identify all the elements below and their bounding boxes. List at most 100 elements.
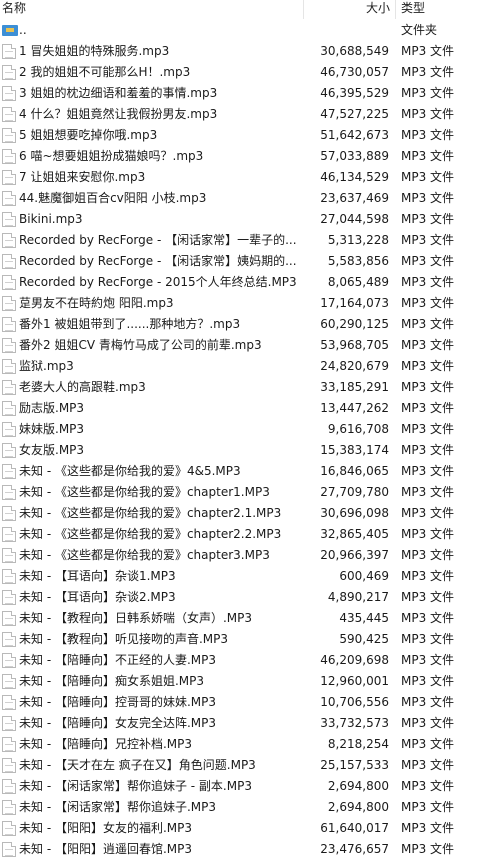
file-row[interactable]: Recorded by RecForge - 【闲话家常】姨妈期的... 5,58… <box>0 251 485 272</box>
file-size: 23,476,657 <box>320 842 389 856</box>
audio-file-icon <box>2 128 16 143</box>
file-type: MP3 文件 <box>401 548 455 562</box>
file-type: MP3 文件 <box>401 674 455 688</box>
file-row[interactable]: 6 喵~想要姐姐扮成猫娘吗？.mp3 57,033,889 MP3 文件 <box>0 146 485 167</box>
file-size: 47,527,225 <box>320 107 389 121</box>
audio-file-icon <box>2 821 16 836</box>
file-name: 未知 - 【闲话家常】帮你追妹子 - 副本.MP3 <box>19 779 252 793</box>
file-name: 4 什么？姐姐竟然让我假扮男友.mp3 <box>19 107 218 121</box>
file-name: 莡男友不在時約炮 阳阳.mp3 <box>19 296 174 310</box>
file-type: MP3 文件 <box>401 527 455 541</box>
audio-file-icon <box>2 191 16 206</box>
file-size: 10,706,556 <box>320 695 389 709</box>
file-row[interactable]: 2 我的姐姐不可能那么H！.mp3 46,730,057 MP3 文件 <box>0 62 485 83</box>
file-list: .. 文件夹 1 冒失姐姐的特殊服务.mp3 30,688,549 MP3 文件 2 我的… <box>0 20 485 859</box>
audio-file-icon <box>2 464 16 479</box>
file-row[interactable]: 未知 - 《这些都是你给我的爱》chapter2.1.MP3 30,696,098… <box>0 503 485 524</box>
file-row[interactable]: 未知 - 【闲话家常】帮你追妹子 - 副本.MP3 2,694,800 MP3 文件 <box>0 776 485 797</box>
file-size: 23,637,469 <box>320 191 389 205</box>
file-name: Recorded by RecForge - 2015个人年终总结.MP3 <box>19 275 297 289</box>
file-size: 16,846,065 <box>320 464 389 478</box>
file-name: .. <box>19 23 27 37</box>
file-row[interactable]: 未知 - 【闲话家常】帮你追妹子.MP3 2,694,800 MP3 文件 <box>0 797 485 818</box>
column-header-type[interactable]: 类型 <box>400 0 480 19</box>
file-row[interactable]: 未知 - 【教程向】日韩系娇喘（女声）.MP3 435,445 MP3 文件 <box>0 608 485 629</box>
file-size: 46,134,529 <box>320 170 389 184</box>
file-row[interactable]: 妹妹版.MP3 9,616,708 MP3 文件 <box>0 419 485 440</box>
file-size: 9,616,708 <box>327 422 389 436</box>
audio-file-icon <box>2 548 16 563</box>
file-row[interactable]: 励志版.MP3 13,447,262 MP3 文件 <box>0 398 485 419</box>
file-name: 未知 - 【阳阳】女友的福利.MP3 <box>19 821 192 835</box>
file-name: 未知 - 【耳语向】杂谈2.MP3 <box>19 590 176 604</box>
file-row[interactable]: 未知 - 【阳阳】逍遥回春馆.MP3 23,476,657 MP3 文件 <box>0 839 485 859</box>
file-row[interactable]: 未知 - 《这些都是你给我的爱》chapter2.2.MP3 32,865,405… <box>0 524 485 545</box>
file-name: 未知 - 《这些都是你给我的爱》chapter2.2.MP3 <box>19 527 282 541</box>
file-type: MP3 文件 <box>401 380 455 394</box>
file-row[interactable]: 未知 - 【陪睡向】控哥哥的妹妹.MP3 10,706,556 MP3 文件 <box>0 692 485 713</box>
file-size: 5,583,856 <box>327 254 389 268</box>
file-row[interactable]: 未知 - 【教程向】听见接吻的声音.MP3 590,425 MP3 文件 <box>0 629 485 650</box>
file-row[interactable]: 1 冒失姐姐的特殊服务.mp3 30,688,549 MP3 文件 <box>0 41 485 62</box>
file-row[interactable]: 女友版.MP3 15,383,174 MP3 文件 <box>0 440 485 461</box>
audio-file-icon <box>2 149 16 164</box>
column-divider[interactable] <box>303 0 304 19</box>
file-row[interactable]: 未知 - 《这些都是你给我的爱》4&5.MP3 16,846,065 MP3 文件 <box>0 461 485 482</box>
parent-folder-row[interactable]: .. 文件夹 <box>0 20 485 41</box>
file-name: 未知 - 【耳语向】杂谈1.MP3 <box>19 569 176 583</box>
file-row[interactable]: 4 什么？姐姐竟然让我假扮男友.mp3 47,527,225 MP3 文件 <box>0 104 485 125</box>
file-row[interactable]: 未知 - 《这些都是你给我的爱》chapter1.MP3 27,709,780 MP… <box>0 482 485 503</box>
file-size: 2,694,800 <box>327 800 389 814</box>
file-row[interactable]: 未知 - 【耳语向】杂谈1.MP3 600,469 MP3 文件 <box>0 566 485 587</box>
file-row[interactable]: 老婆大人的高跟鞋.mp3 33,185,291 MP3 文件 <box>0 377 485 398</box>
file-type: MP3 文件 <box>401 485 455 499</box>
file-row[interactable]: 3 姐姐的枕边细语和羞羞的事情.mp3 46,395,529 MP3 文件 <box>0 83 485 104</box>
file-row[interactable]: 监狱.mp3 24,820,679 MP3 文件 <box>0 356 485 377</box>
file-type: MP3 文件 <box>401 821 455 835</box>
file-row[interactable]: 莡男友不在時約炮 阳阳.mp3 17,164,073 MP3 文件 <box>0 293 485 314</box>
audio-file-icon <box>2 674 16 689</box>
file-size: 53,968,705 <box>320 338 389 352</box>
file-row[interactable]: 7 让姐姐来安慰你.mp3 46,134,529 MP3 文件 <box>0 167 485 188</box>
file-row[interactable]: 未知 - 【陪睡向】不正经的人妻.MP3 46,209,698 MP3 文件 <box>0 650 485 671</box>
file-row[interactable]: 未知 - 《这些都是你给我的爱》chapter3.MP3 20,966,397 MP… <box>0 545 485 566</box>
file-row[interactable]: 未知 - 【陪睡向】兄控补档.MP3 8,218,254 MP3 文件 <box>0 734 485 755</box>
file-size: 27,044,598 <box>320 212 389 226</box>
file-type: MP3 文件 <box>401 338 455 352</box>
file-type: MP3 文件 <box>401 506 455 520</box>
column-header-size[interactable]: 大小 <box>310 0 390 19</box>
file-size: 435,445 <box>339 611 389 625</box>
column-divider[interactable] <box>395 0 396 19</box>
file-row[interactable]: 番外2 姐姐CV 青梅竹马成了公司的前辈.mp3 53,968,705 MP3 文件 <box>0 335 485 356</box>
file-row[interactable]: Recorded by RecForge - 【闲话家常】一辈子的... 5,31… <box>0 230 485 251</box>
file-type: MP3 文件 <box>401 317 455 331</box>
file-name: 老婆大人的高跟鞋.mp3 <box>19 380 146 394</box>
file-size: 8,065,489 <box>327 275 389 289</box>
file-row[interactable]: 5 姐姐想要吃掉你哦.mp3 51,642,673 MP3 文件 <box>0 125 485 146</box>
audio-file-icon <box>2 695 16 710</box>
file-row[interactable]: 未知 - 【陪睡向】痴女系姐姐.MP3 12,960,001 MP3 文件 <box>0 671 485 692</box>
file-type: MP3 文件 <box>401 464 455 478</box>
file-row[interactable]: 未知 - 【阳阳】女友的福利.MP3 61,640,017 MP3 文件 <box>0 818 485 839</box>
file-name: 7 让姐姐来安慰你.mp3 <box>19 170 146 184</box>
file-size: 24,820,679 <box>320 359 389 373</box>
file-row[interactable]: 未知 - 【天才在左 疯子在又】角色问题.MP3 25,157,533 MP3 文件 <box>0 755 485 776</box>
file-row[interactable]: Recorded by RecForge - 2015个人年终总结.MP3 8,0… <box>0 272 485 293</box>
file-row[interactable]: Bikini.mp3 27,044,598 MP3 文件 <box>0 209 485 230</box>
file-type: MP3 文件 <box>401 170 455 184</box>
file-row[interactable]: 番外1 被姐姐带到了......那种地方？.mp3 60,290,125 MP3 文… <box>0 314 485 335</box>
file-row[interactable]: 未知 - 【耳语向】杂谈2.MP3 4,890,217 MP3 文件 <box>0 587 485 608</box>
file-size: 600,469 <box>339 569 389 583</box>
file-size: 17,164,073 <box>320 296 389 310</box>
file-size <box>300 20 389 41</box>
file-name: 番外1 被姐姐带到了......那种地方？.mp3 <box>19 317 241 331</box>
file-size: 51,642,673 <box>320 128 389 142</box>
file-type: MP3 文件 <box>401 569 455 583</box>
file-name: 1 冒失姐姐的特殊服务.mp3 <box>19 44 170 58</box>
audio-file-icon <box>2 632 16 647</box>
file-row[interactable]: 未知 - 【陪睡向】女友完全达阵.MP3 33,732,573 MP3 文件 <box>0 713 485 734</box>
file-size: 32,865,405 <box>320 527 389 541</box>
file-type: MP3 文件 <box>401 695 455 709</box>
file-size: 46,209,698 <box>320 653 389 667</box>
file-row[interactable]: 44.魅魔御姐百合cv阳阳 小枝.mp3 23,637,469 MP3 文件 <box>0 188 485 209</box>
